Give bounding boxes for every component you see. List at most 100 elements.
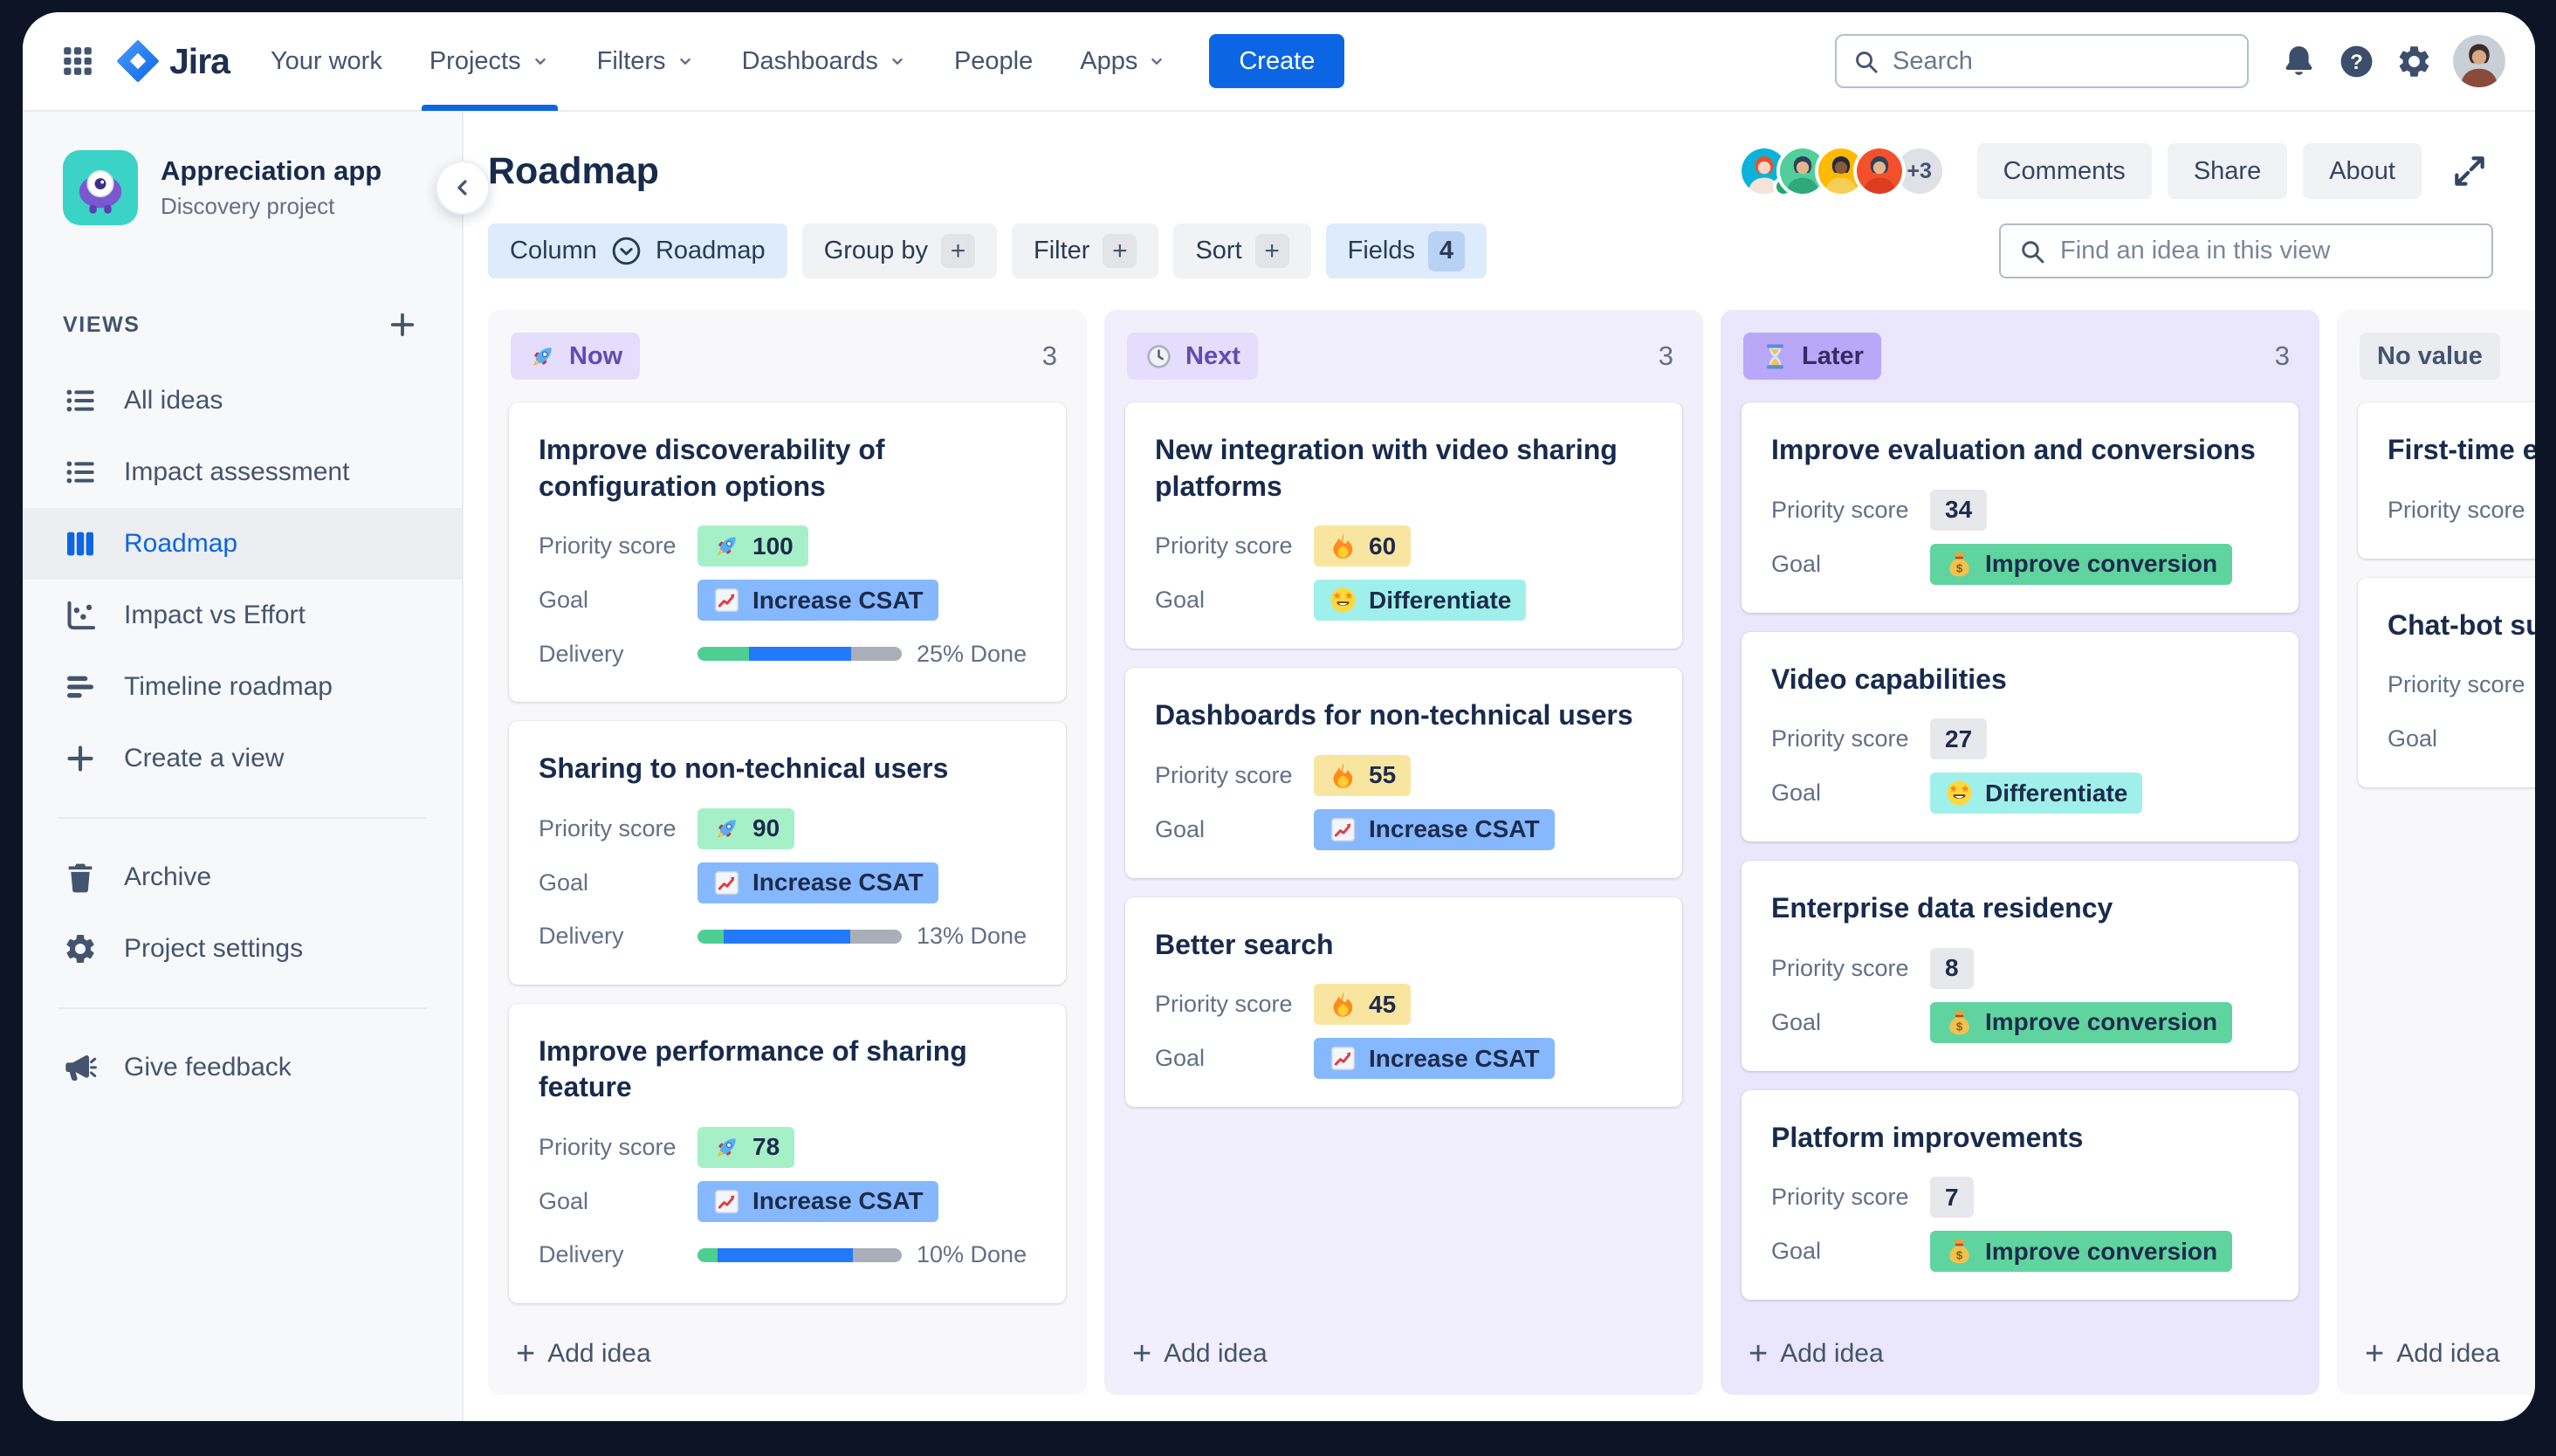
priority-badge[interactable]: 60: [1314, 525, 1412, 567]
goal-badge[interactable]: $ Improve conversion: [1930, 1231, 2233, 1273]
goal-badge[interactable]: Increase CSAT: [1314, 808, 1555, 850]
field-row-goal: Goal $ Improve conversion: [1771, 543, 2269, 585]
column-selector[interactable]: Column Roadmap: [488, 223, 787, 278]
idea-card[interactable]: Improve discoverability of configuration…: [509, 402, 1066, 703]
goal-badge[interactable]: Increase CSAT: [697, 862, 938, 903]
priority-badge[interactable]: 7: [1930, 1177, 1974, 1219]
help-icon: ?: [2338, 43, 2375, 80]
notifications-button[interactable]: [2273, 36, 2324, 86]
jira-logo[interactable]: Jira: [103, 40, 247, 82]
field-row-goal: Goal Increase CSAT: [1155, 1038, 1652, 1080]
idea-card[interactable]: Enterprise data residency Priority score 8…: [1742, 861, 2298, 1071]
priority-badge[interactable]: 27: [1930, 718, 1988, 760]
field-label: Goal: [1155, 587, 1206, 614]
column-status-badge[interactable]: No value: [2360, 333, 2500, 380]
idea-card[interactable]: Dashboards for non-technical users Priori…: [1125, 668, 1682, 878]
idea-card[interactable]: New integration with video sharing platf…: [1125, 402, 1682, 649]
goal-badge[interactable]: Differentiate: [1930, 773, 2143, 814]
toolbar-pill-filter[interactable]: Filter +: [1011, 223, 1159, 278]
add-idea-button[interactable]: + Add idea: [2358, 1315, 2507, 1372]
column-status-badge[interactable]: Next: [1127, 333, 1258, 380]
idea-card[interactable]: Improve performance of sharing feature Pr…: [509, 1003, 1066, 1303]
about-button[interactable]: About: [2303, 143, 2422, 199]
sidebar-item-archive[interactable]: Archive: [23, 841, 462, 913]
goal-badge[interactable]: Increase CSAT: [1314, 1038, 1555, 1080]
add-idea-button[interactable]: + Add idea: [509, 1315, 658, 1372]
add-idea-button[interactable]: + Add idea: [1125, 1315, 1275, 1372]
board-icon: [63, 526, 98, 561]
toolbar-pill-group-by[interactable]: Group by +: [801, 223, 997, 278]
column-status-badge[interactable]: Now: [511, 333, 641, 380]
goal-badge[interactable]: Increase CSAT: [697, 580, 938, 622]
nav-item-filters[interactable]: Filters: [574, 12, 718, 111]
sidebar-item-impact-vs-effort[interactable]: Impact vs Effort: [23, 580, 462, 651]
idea-fields: Priority score6: [2388, 490, 2535, 531]
field-row-priority: Priority score 90: [539, 807, 1036, 849]
idea-card[interactable]: Improve evaluation and conversions Priori…: [1742, 402, 2298, 613]
column-now: Now 3 Improve discoverability of configura…: [488, 310, 1087, 1395]
idea-card[interactable]: Video capabilities Priority score 27 Goal Di…: [1742, 631, 2298, 842]
goal-badge[interactable]: $ Improve conversion: [1930, 1001, 2233, 1043]
app-switcher-button[interactable]: [52, 36, 103, 86]
priority-badge[interactable]: 100: [697, 525, 808, 567]
field-label: Goal: [539, 869, 589, 896]
settings-button[interactable]: [2388, 36, 2439, 86]
idea-card[interactable]: Chat-bot su Priority score6 Goal: [2358, 577, 2535, 788]
fullscreen-button[interactable]: [2446, 148, 2493, 195]
views-header: VIEWS: [63, 306, 422, 344]
sidebar-item-impact-assessment[interactable]: Impact assessment: [23, 436, 462, 508]
idea-card[interactable]: Sharing to non-technical users Priority s…: [509, 721, 1066, 985]
priority-value: 90: [752, 814, 780, 842]
chevron-circle-down-icon: [610, 235, 642, 267]
add-view-button[interactable]: [383, 306, 422, 344]
priority-badge[interactable]: 90: [697, 807, 795, 849]
views-title: VIEWS: [63, 312, 141, 337]
goal-badge[interactable]: Differentiate: [1314, 580, 1527, 622]
column-status-badge[interactable]: Later: [1743, 333, 1881, 380]
goal-badge[interactable]: Increase CSAT: [697, 1180, 938, 1222]
nav-item-dashboards[interactable]: Dashboards: [718, 12, 931, 111]
priority-badge[interactable]: 45: [1314, 984, 1412, 1026]
column-cards: Improve discoverability of configuration…: [509, 402, 1066, 1303]
money-bag-icon: $: [1945, 550, 1974, 579]
priority-badge[interactable]: 78: [697, 1126, 795, 1168]
priority-badge[interactable]: 55: [1314, 754, 1412, 796]
sidebar-item-all-ideas[interactable]: All ideas: [23, 365, 462, 436]
add-idea-button[interactable]: + Add idea: [1742, 1315, 1891, 1372]
nav-item-people[interactable]: People: [931, 12, 1056, 111]
sidebar-item-project-settings[interactable]: Project settings: [23, 913, 462, 985]
field-label: Goal: [1771, 550, 1822, 577]
give-feedback-button[interactable]: Give feedback: [23, 1032, 462, 1103]
idea-card[interactable]: First-time ex Priority score6: [2358, 402, 2535, 559]
progress-bar: [697, 1247, 902, 1262]
fields-button[interactable]: Fields 4: [1325, 223, 1487, 278]
sidebar-item-label: All ideas: [124, 386, 223, 415]
nav-item-apps[interactable]: Apps: [1056, 12, 1190, 111]
global-search-input[interactable]: [1893, 46, 2231, 76]
idea-fields: Priority score 78 Goal Increase CSAT Deliver…: [539, 1126, 1036, 1275]
sidebar-item-create-a-view[interactable]: Create a view: [23, 723, 462, 794]
idea-title: Platform improvements: [1771, 1121, 2084, 1153]
plus-icon: +: [2365, 1336, 2385, 1372]
comments-button[interactable]: Comments: [1976, 143, 2152, 199]
idea-card[interactable]: Better search Priority score 45 Goal Increas…: [1125, 896, 1682, 1108]
profile-avatar[interactable]: [2453, 35, 2505, 87]
find-idea-input[interactable]: [2060, 237, 2474, 265]
idea-title: Improve evaluation and conversions: [1771, 434, 2256, 465]
column-label: No value: [2377, 341, 2483, 370]
idea-card[interactable]: Platform improvements Priority score 7 Goal…: [1742, 1089, 2298, 1301]
idea-fields: Priority score 55 Goal Increase CSAT: [1155, 754, 1652, 850]
toolbar-pill-sort[interactable]: Sort +: [1173, 223, 1311, 278]
sidebar-collapse-button[interactable]: [436, 161, 490, 215]
share-button[interactable]: Share: [2167, 143, 2288, 199]
create-button[interactable]: Create: [1209, 34, 1345, 88]
nav-item-projects[interactable]: Projects: [406, 12, 574, 111]
sidebar-item-timeline-roadmap[interactable]: Timeline roadmap: [23, 651, 462, 723]
nav-item-your-work[interactable]: Your work: [247, 12, 406, 111]
help-button[interactable]: ?: [2331, 36, 2381, 86]
goal-badge[interactable]: $ Improve conversion: [1930, 543, 2233, 585]
priority-badge[interactable]: 8: [1930, 947, 1974, 989]
sidebar-item-roadmap[interactable]: Roadmap: [23, 508, 462, 580]
priority-badge[interactable]: 34: [1930, 489, 1988, 531]
collaborator-avatar[interactable]: [1852, 145, 1906, 197]
